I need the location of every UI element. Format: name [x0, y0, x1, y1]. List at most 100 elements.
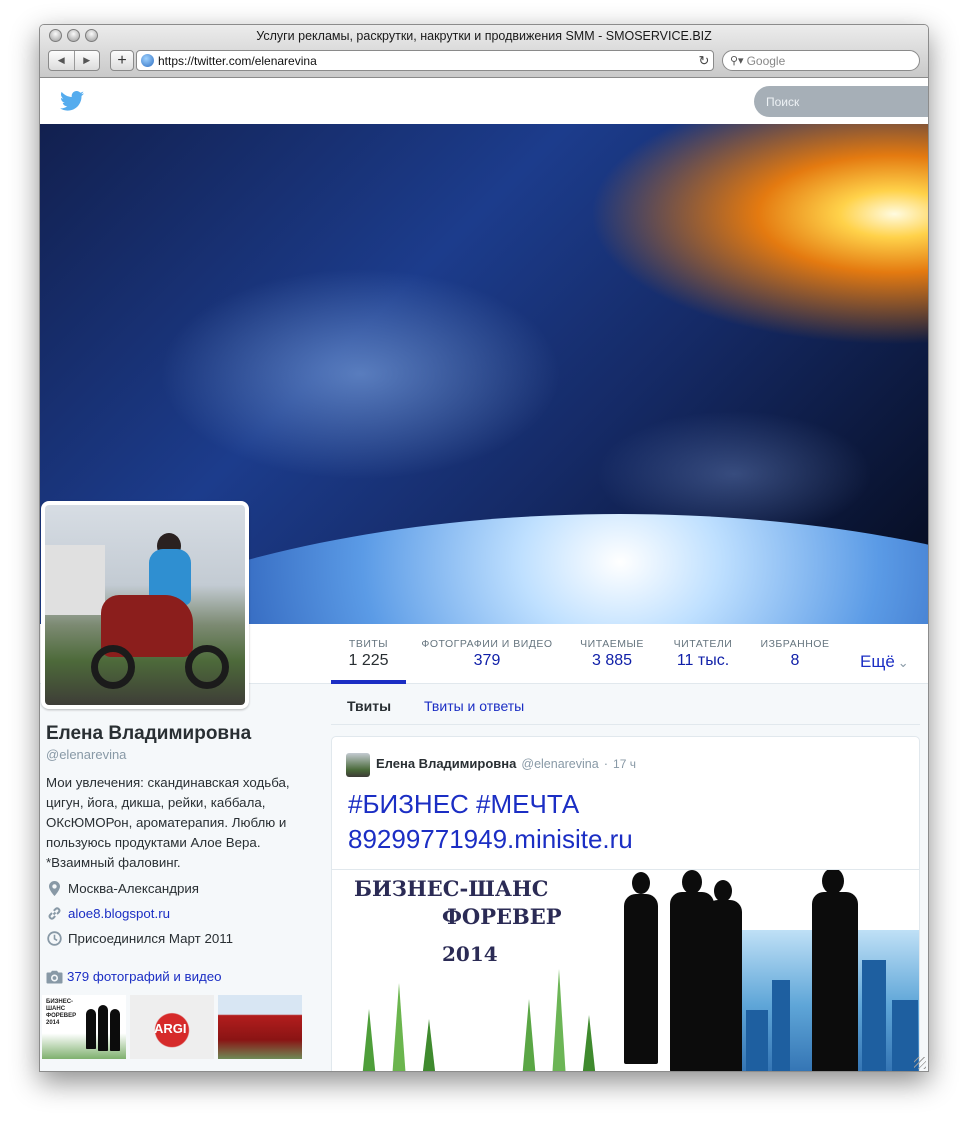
- plus-icon: +: [117, 51, 127, 69]
- profile-bio: Мои увлечения: скандинавская ходьба, циг…: [46, 773, 314, 873]
- bio-line: ОКсЮМОРон, ароматерапия. Люблю и: [46, 815, 287, 830]
- browser-search-field[interactable]: ⚲▾ Google: [722, 50, 920, 71]
- photo-thumbnail[interactable]: [218, 995, 302, 1059]
- skyline-building: [862, 960, 886, 1071]
- photos-videos-link[interactable]: 379 фотографий и видео: [46, 969, 222, 984]
- skyline-building: [772, 980, 790, 1071]
- avatar-wheel-front: [91, 645, 135, 689]
- tweet[interactable]: Елена Владимировна @elenarevina · 17 ч #…: [331, 736, 920, 1071]
- window-title: Услуги рекламы, раскрутки, накрутки и пр…: [256, 29, 712, 43]
- media-silhouette-head: [682, 870, 702, 894]
- profile-location: Москва-Александрия: [46, 880, 199, 897]
- avatar-house-shape: [45, 545, 105, 615]
- stat-favorites[interactable]: ИЗБРАННОЕ 8: [757, 624, 833, 684]
- more-label: Ещё: [860, 652, 895, 671]
- reload-icon[interactable]: ↻: [695, 53, 713, 69]
- stat-followers[interactable]: ЧИТАТЕЛИ 11 тыс.: [667, 624, 739, 684]
- media-silhouette-head: [714, 880, 732, 902]
- forward-arrow-icon: ▶: [83, 55, 91, 65]
- thumb-caption-line: 2014: [46, 1020, 60, 1026]
- media-silhouette-head: [632, 872, 650, 894]
- link-icon: [46, 905, 63, 922]
- profile-avatar[interactable]: [41, 501, 249, 709]
- tweet-link[interactable]: 89299771949.minisite.ru: [348, 822, 908, 857]
- stat-following-value: 3 885: [591, 652, 633, 669]
- back-button[interactable]: ◀: [49, 51, 74, 70]
- twitter-bird-icon[interactable]: [60, 91, 84, 116]
- tweet-avatar[interactable]: [346, 753, 370, 777]
- profile-joined: Присоединился Март 2011: [46, 930, 233, 947]
- stat-tweets-value: 1 225: [348, 652, 389, 669]
- profile-handle[interactable]: @elenarevina: [46, 747, 126, 762]
- photo-thumbnail[interactable]: ARGI: [130, 995, 214, 1059]
- tab-tweets-replies[interactable]: Твиты и ответы: [424, 698, 524, 714]
- media-title-line3: 2014: [442, 942, 498, 966]
- stat-tweets[interactable]: ТВИТЫ 1 225: [331, 624, 406, 684]
- browser-search-placeholder: Google: [746, 53, 786, 68]
- profile-website: aloe8.blogspot.ru: [46, 905, 170, 922]
- joined-text: Присоединился Март 2011: [68, 931, 234, 946]
- clock-icon: [46, 930, 63, 947]
- bio-line: Мои увлечения: скандинавская ходьба,: [46, 775, 290, 790]
- tweet-header: Елена Владимировна @elenarevina · 17 ч: [376, 756, 636, 771]
- location-pin-icon: [46, 880, 63, 897]
- tweet-hashtags[interactable]: #БИЗНЕС #МЕЧТА: [348, 787, 908, 822]
- globe-icon: [141, 54, 154, 67]
- tweet-author-name[interactable]: Елена Владимировна: [376, 756, 516, 771]
- media-aloe-leaf: [522, 999, 536, 1071]
- thumb-caption-line: БИЗНЕС-ШАНС: [46, 999, 74, 1012]
- add-bookmark-button[interactable]: +: [110, 50, 134, 71]
- stat-tweets-label: ТВИТЫ: [348, 638, 389, 650]
- stat-following[interactable]: ЧИТАЕМЫЕ 3 885: [574, 624, 650, 684]
- skyline-building: [746, 1010, 768, 1071]
- tweet-timestamp[interactable]: 17 ч: [613, 757, 636, 771]
- media-aloe-leaf: [422, 1019, 436, 1071]
- media-title-line2: ФОРЕВЕР: [442, 904, 562, 929]
- resize-handle[interactable]: [914, 1057, 926, 1069]
- thumb-silhouette: [98, 1005, 108, 1051]
- search-icon: ⚲▾: [730, 55, 744, 67]
- media-aloe-leaf: [552, 969, 566, 1071]
- stat-media[interactable]: ФОТОГРАФИИ И ВИДЕО 379: [418, 624, 556, 684]
- timeline-tabs: Твиты Твиты и ответы: [331, 689, 920, 725]
- avatar-wheel-rear: [185, 645, 229, 689]
- tab-tweets[interactable]: Твиты: [347, 698, 391, 714]
- address-bar[interactable]: https://twitter.com/elenarevina ↻: [136, 50, 714, 71]
- chevron-down-icon: ⌄: [897, 655, 909, 670]
- bio-line: цигун, йога, дикша, рейки, каббала,: [46, 795, 266, 810]
- browser-toolbar: Услуги рекламы, раскрутки, накрутки и пр…: [40, 25, 928, 78]
- stat-favorites-value: 8: [790, 652, 800, 669]
- url-text[interactable]: https://twitter.com/elenarevina: [158, 54, 695, 68]
- history-buttons: ◀ ▶: [48, 50, 100, 71]
- tweet-text: #БИЗНЕС #МЕЧТА 89299771949.minisite.ru: [348, 787, 908, 857]
- media-silhouette: [706, 900, 742, 1071]
- stat-followers-label: ЧИТАТЕЛИ: [673, 638, 733, 650]
- thumb-caption: БИЗНЕС-ШАНС ФОРЕВЕР 2014: [46, 999, 80, 1027]
- twitter-search-input[interactable]: Поиск: [754, 86, 928, 117]
- media-aloe-leaf: [392, 983, 406, 1071]
- tweet-media-image[interactable]: БИЗНЕС-ШАНС ФОРЕВЕР 2014: [332, 869, 919, 1071]
- browser-window: Услуги рекламы, раскрутки, накрутки и пр…: [39, 24, 929, 1072]
- tweet-separator: ·: [603, 756, 609, 771]
- photos-link-label: 379 фотографий и видео: [67, 969, 222, 984]
- media-aloe-leaf: [362, 1009, 376, 1071]
- tweet-author-handle[interactable]: @elenarevina: [521, 757, 598, 771]
- stat-following-label: ЧИТАЕМЫЕ: [580, 638, 644, 650]
- media-silhouette-head: [822, 870, 844, 894]
- more-dropdown[interactable]: Ещё ⌄: [860, 652, 909, 672]
- stat-followers-value: 11 тыс.: [676, 652, 730, 669]
- thumb-silhouette: [86, 1009, 96, 1049]
- bio-line: *Взаимный фаловинг.: [46, 855, 181, 870]
- profile-name[interactable]: Елена Владимировна: [46, 723, 251, 745]
- thumb-caption-line: ФОРЕВЕР: [46, 1013, 77, 1019]
- stat-media-label: ФОТОГРАФИИ И ВИДЕО: [421, 638, 553, 650]
- website-link[interactable]: aloe8.blogspot.ru: [68, 906, 170, 921]
- avatar-photo: [45, 505, 245, 705]
- thumb-silhouette: [110, 1009, 120, 1051]
- media-silhouette: [624, 894, 658, 1064]
- photo-thumbnail[interactable]: БИЗНЕС-ШАНС ФОРЕВЕР 2014: [42, 995, 126, 1059]
- stat-media-value: 379: [473, 652, 501, 669]
- media-title-line1: БИЗНЕС-ШАНС: [354, 876, 549, 901]
- back-arrow-icon: ◀: [57, 55, 65, 65]
- forward-button[interactable]: ▶: [73, 51, 100, 70]
